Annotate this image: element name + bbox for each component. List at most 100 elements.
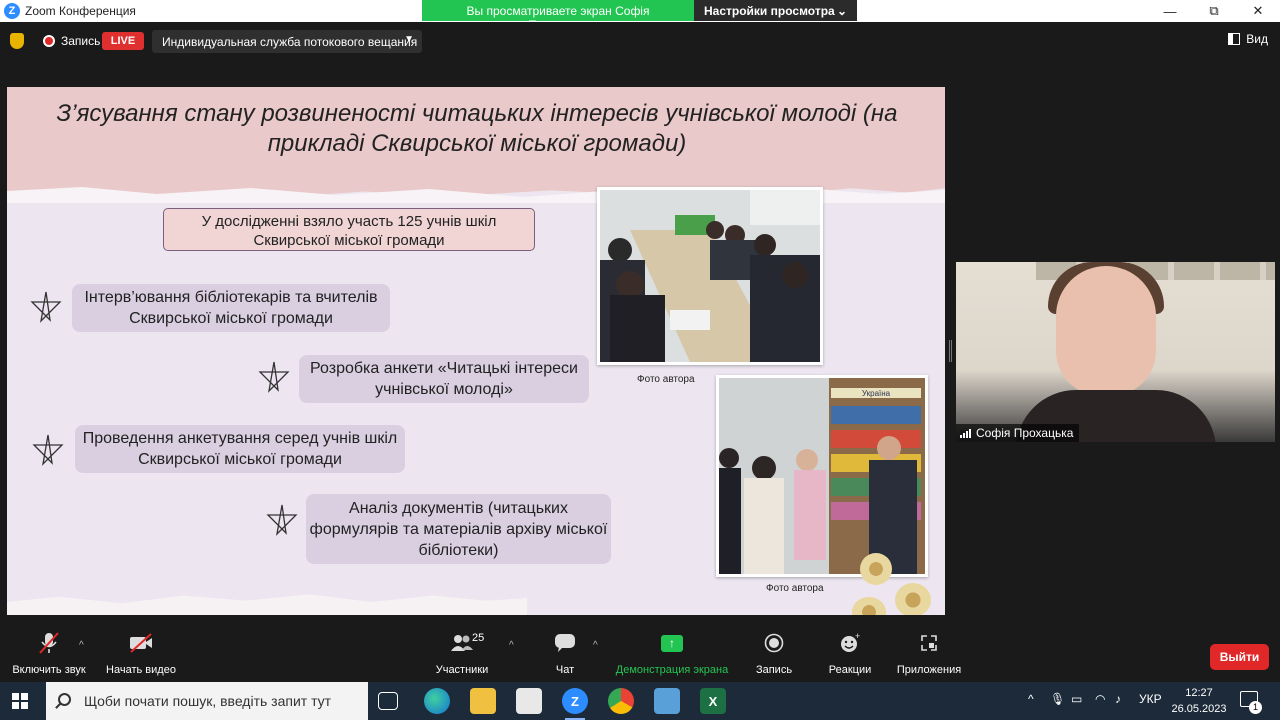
flower-decoration-icon: [852, 597, 886, 615]
search-icon: [58, 693, 71, 706]
meeting-toolbar: Включить звук ^ Начать видео 25 Участник…: [0, 628, 1280, 682]
method-item-4: Аналіз документів (читацьких формулярів …: [306, 494, 611, 564]
record-button[interactable]: Запись: [752, 628, 796, 682]
participants-label: Участники: [435, 664, 489, 676]
close-button[interactable]: ✕: [1236, 0, 1280, 22]
record-icon: [764, 628, 784, 658]
caret-down-icon: ▼: [404, 34, 414, 45]
reactions-button[interactable]: + Реакции: [824, 628, 876, 682]
reaction-smiley-icon: +: [839, 628, 861, 658]
tray-expand-icon[interactable]: ^: [1028, 692, 1034, 706]
signal-bars-icon: [960, 428, 971, 438]
windows-start-icon[interactable]: [12, 693, 28, 709]
share-screen-icon: ↑: [661, 628, 683, 658]
classroom-photo-image: [600, 190, 820, 362]
leave-meeting-button[interactable]: Выйти: [1210, 644, 1269, 670]
volume-icon[interactable]: ♪: [1115, 692, 1121, 706]
stream-service-label: Индивидуальная служба потокового вещания: [162, 34, 418, 49]
photo-caption-1: Фото автора: [637, 374, 695, 385]
zoom-taskbar-icon[interactable]: Z: [562, 688, 588, 720]
excel-icon[interactable]: X: [700, 688, 726, 714]
edge-browser-icon[interactable]: [424, 688, 450, 714]
meeting-topbar: Запись LIVE Индивидуальная служба потоко…: [0, 22, 1280, 60]
file-explorer-icon[interactable]: [470, 688, 496, 714]
task-view-icon[interactable]: [378, 692, 398, 710]
taskbar-search-box[interactable]: Щоби почати пошук, введіть запит тут: [46, 682, 368, 720]
taskbar-clock[interactable]: 12:27 26.05.2023: [1170, 685, 1228, 717]
participants-count: 25: [472, 632, 485, 644]
record-dot-icon: [43, 35, 55, 47]
chrome-browser-icon[interactable]: [608, 688, 634, 714]
start-video-label: Начать видео: [106, 664, 176, 676]
chat-options-chevron-icon[interactable]: ^: [593, 640, 598, 651]
maximize-button[interactable]: ⧉: [1192, 0, 1236, 22]
chat-label: Чат: [555, 664, 575, 676]
notifications-count: 1: [1249, 701, 1262, 714]
unmute-button[interactable]: Включить звук: [10, 628, 88, 682]
share-screen-button[interactable]: ↑ Демонстрация экрана: [612, 628, 732, 682]
photo-caption-2: Фото автора: [766, 583, 824, 594]
reactions-label: Реакции: [828, 664, 872, 676]
slide-intro-box: У дослідженні взяло участь 125 учнів шкі…: [163, 208, 535, 251]
participant-name-tag: Софія Прохацька: [956, 424, 1080, 442]
microsoft-store-icon[interactable]: [516, 688, 542, 714]
unmute-label: Включить звук: [12, 664, 86, 676]
slide-title: З’ясування стану розвиненості читацьких …: [56, 100, 898, 157]
image-viewer-icon[interactable]: [654, 688, 680, 714]
keyboard-language[interactable]: УКР: [1139, 692, 1162, 706]
window-titlebar: Z Zoom Конференция Вы просматриваете экр…: [0, 0, 1280, 32]
chat-bubble-icon: [554, 628, 576, 658]
torn-paper-bottom: [7, 594, 527, 615]
view-button[interactable]: Вид: [1228, 32, 1268, 46]
panel-splitter-handle[interactable]: [949, 340, 952, 362]
share-banner: Вы просматриваете экран Софія Прохацька …: [422, 0, 857, 32]
wifi-icon[interactable]: ◠: [1095, 692, 1105, 706]
classroom-photo: [597, 187, 823, 365]
method-item-3: Проведення анкетування серед учнів шкіл …: [75, 425, 405, 473]
zoom-logo-icon: Z: [4, 3, 20, 19]
shared-slide: З’ясування стану розвиненості читацьких …: [7, 87, 945, 615]
star-doodle-icon: [32, 434, 64, 466]
view-label: Вид: [1246, 32, 1268, 46]
apps-label: Приложения: [896, 664, 962, 676]
search-placeholder: Щоби почати пошук, введіть запит тут: [84, 693, 332, 709]
flower-decoration-icon: [860, 553, 892, 585]
star-doodle-icon: [30, 291, 62, 323]
star-doodle-icon: [258, 361, 290, 393]
library-photo-image: Україна: [719, 378, 925, 574]
audio-options-chevron-icon[interactable]: ^: [79, 640, 84, 651]
window-title: Zoom Конференция: [25, 4, 136, 18]
chat-button[interactable]: Чат: [548, 628, 582, 682]
method-item-1: Інтерв’ювання бібліотекарів та вчителів …: [72, 284, 390, 332]
clock-time: 12:27: [1185, 687, 1213, 699]
battery-icon[interactable]: ▭: [1071, 692, 1082, 706]
video-off-icon: [128, 628, 154, 658]
view-layout-icon: [1228, 33, 1241, 45]
share-screen-label: Демонстрация экрана: [615, 664, 729, 676]
shelf-sign: Україна: [862, 389, 891, 398]
participant-video[interactable]: Софія Прохацька: [956, 262, 1275, 442]
microphone-tray-icon[interactable]: 🎙: [1050, 692, 1065, 706]
security-shield-icon[interactable]: [10, 33, 24, 49]
start-video-button[interactable]: Начать видео: [104, 628, 178, 682]
participants-button[interactable]: 25 Участники: [432, 628, 492, 682]
view-settings-label: Настройки просмотра: [704, 3, 835, 18]
apps-icon: [919, 628, 939, 658]
zoom-screen: Z Zoom Конференция Вы просматриваете экр…: [0, 0, 1280, 720]
windows-taskbar: Щоби почати пошук, введіть запит тут Z X…: [0, 682, 1280, 720]
video-participant-face: [1056, 266, 1156, 396]
muted-mic-icon: [38, 628, 60, 658]
participants-icon: 25: [450, 628, 484, 658]
live-badge[interactable]: LIVE: [102, 32, 144, 50]
view-settings-button[interactable]: Настройки просмотра ⌄: [694, 0, 857, 21]
participants-options-chevron-icon[interactable]: ^: [509, 640, 514, 651]
apps-button[interactable]: Приложения: [892, 628, 966, 682]
library-photo: Україна: [716, 375, 928, 577]
star-doodle-icon: [266, 504, 298, 536]
recording-label: Запись: [61, 34, 101, 48]
clock-date: 26.05.2023: [1171, 703, 1227, 715]
minimize-button[interactable]: —: [1148, 0, 1192, 22]
participant-name: Софія Прохацька: [976, 426, 1074, 440]
flower-decoration-icon: [895, 583, 931, 615]
stream-service-dropdown[interactable]: Индивидуальная служба потокового вещания…: [152, 30, 422, 53]
